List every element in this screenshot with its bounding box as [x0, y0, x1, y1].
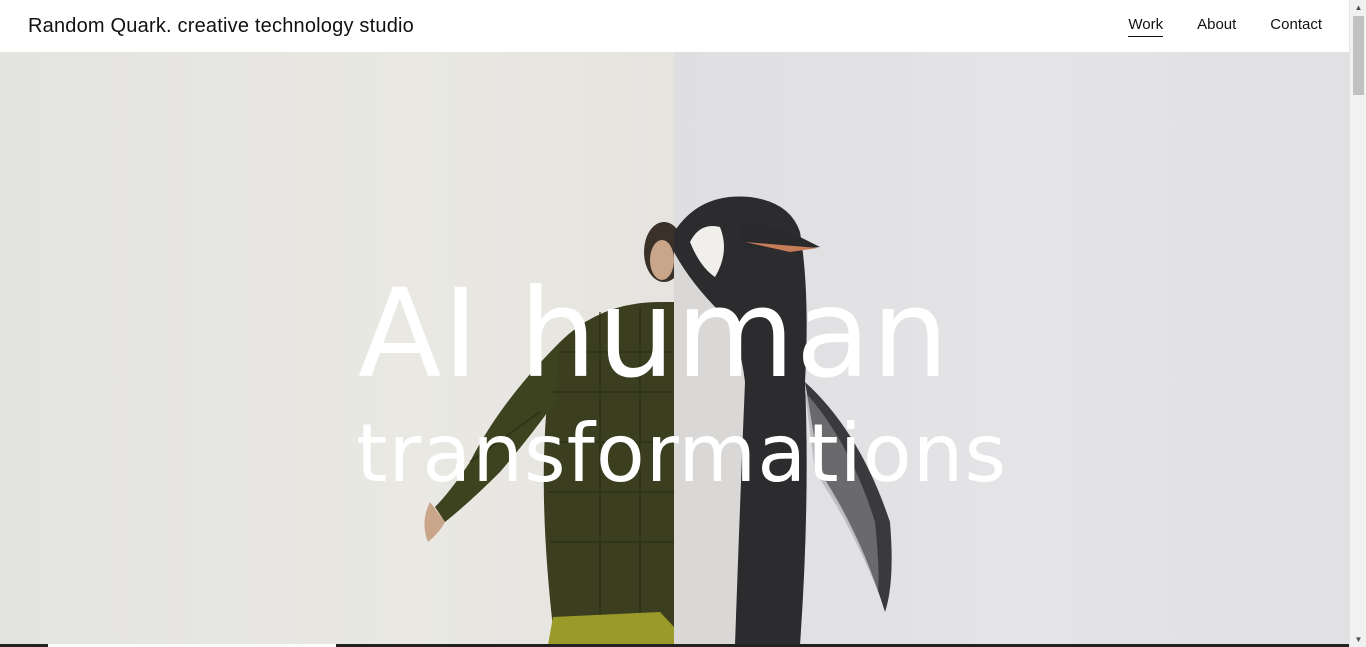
penguin-figure: [674, 196, 892, 645]
scrollbar-thumb[interactable]: [1353, 16, 1364, 95]
nav-link-about[interactable]: About: [1197, 16, 1236, 36]
hero-section[interactable]: AI human transformations: [0, 52, 1349, 645]
page-scrollbar[interactable]: ▲ ▼: [1349, 0, 1366, 647]
main-nav: Work About Contact: [1128, 16, 1322, 37]
hero-illustration: [424, 196, 892, 645]
site-header: Random Quark. creative technology studio…: [0, 0, 1349, 52]
scroll-down-arrow-icon[interactable]: ▼: [1350, 632, 1366, 647]
brand-title[interactable]: Random Quark. creative technology studio: [28, 15, 414, 38]
nav-link-work[interactable]: Work: [1128, 16, 1164, 37]
person-figure: [424, 222, 684, 645]
nav-link-contact[interactable]: Contact: [1270, 16, 1322, 36]
scroll-up-arrow-icon[interactable]: ▲: [1350, 0, 1366, 15]
